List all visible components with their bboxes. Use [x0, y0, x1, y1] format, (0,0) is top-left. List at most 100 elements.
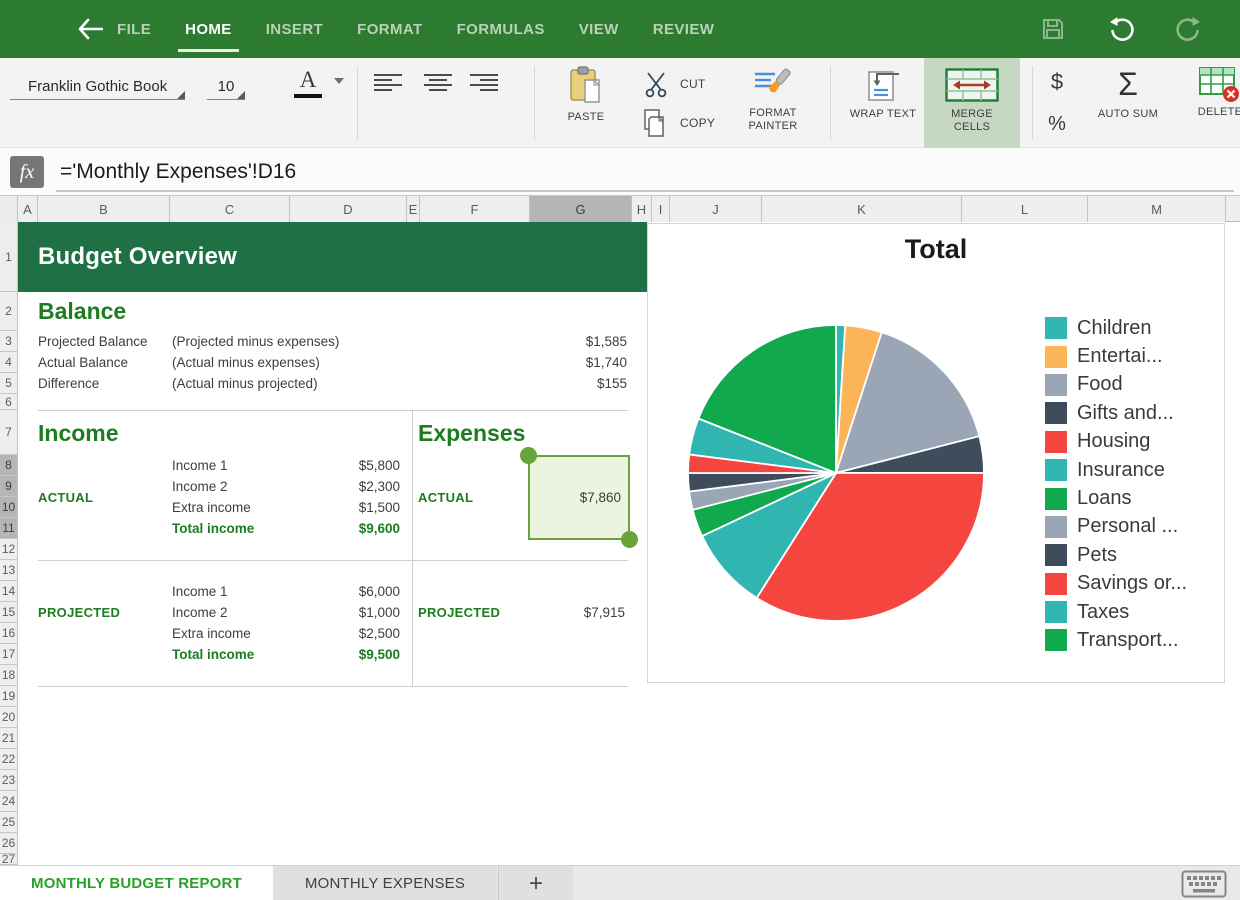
paste-icon — [567, 66, 605, 106]
row-header-1[interactable]: 1 — [0, 222, 17, 292]
row-header-column: 1234567891011121314151617181920212223242… — [0, 222, 18, 865]
align-center-button[interactable] — [416, 68, 460, 98]
fx-button[interactable]: fx — [10, 156, 44, 188]
row-header-16[interactable]: 16 — [0, 623, 17, 644]
row-header-7[interactable]: 7 — [0, 410, 17, 455]
row-header-8[interactable]: 8 — [0, 455, 17, 476]
row-header-18[interactable]: 18 — [0, 665, 17, 686]
column-header-F[interactable]: F — [420, 196, 530, 222]
pie-chart-object[interactable]: Total ChildrenEntertai...FoodGifts and..… — [647, 223, 1225, 683]
sheet-tab-monthly-budget-report[interactable]: MONTHLY BUDGET REPORT — [0, 866, 273, 900]
legend-swatch-icon — [1045, 629, 1067, 651]
select-all-corner[interactable] — [0, 196, 18, 222]
row-header-3[interactable]: 3 — [0, 331, 17, 352]
format-painter-button[interactable]: FORMATPAINTER — [740, 66, 806, 144]
row-header-19[interactable]: 19 — [0, 686, 17, 707]
undo-button[interactable] — [1104, 14, 1138, 44]
row-header-4[interactable]: 4 — [0, 352, 17, 373]
currency-format-button[interactable]: $ — [1042, 66, 1072, 98]
selected-cell-expenses-actual[interactable]: $7,860 — [528, 455, 630, 540]
menu-tab-home[interactable]: HOME — [168, 0, 249, 58]
paste-button[interactable]: PASTE — [555, 66, 617, 142]
align-right-icon — [470, 73, 498, 93]
font-name-combo[interactable]: Franklin Gothic Book — [10, 66, 185, 100]
column-header-A[interactable]: A — [18, 196, 38, 222]
align-left-button[interactable] — [366, 68, 410, 98]
menu-tab-format[interactable]: FORMAT — [340, 0, 439, 58]
add-sheet-button[interactable]: + — [498, 866, 573, 900]
row-header-12[interactable]: 12 — [0, 539, 17, 560]
row-header-23[interactable]: 23 — [0, 770, 17, 791]
row-header-11[interactable]: 11 — [0, 518, 17, 539]
auto-sum-button[interactable]: Σ AUTO SUM — [1090, 64, 1166, 144]
sheet-tab-monthly-expenses[interactable]: MONTHLY EXPENSES — [273, 866, 497, 900]
copy-button[interactable]: COPY — [642, 106, 738, 140]
row-header-21[interactable]: 21 — [0, 728, 17, 749]
column-header-J[interactable]: J — [670, 196, 762, 222]
wrap-text-button[interactable]: WRAP TEXT — [846, 66, 920, 144]
column-header-E[interactable]: E — [407, 196, 420, 222]
column-header-M[interactable]: M — [1088, 196, 1226, 222]
font-color-dropdown-arrow-icon[interactable] — [334, 78, 344, 84]
formula-input[interactable]: ='Monthly Expenses'!D16 — [60, 157, 1220, 187]
row-header-22[interactable]: 22 — [0, 749, 17, 770]
copy-pages-icon — [642, 108, 670, 138]
banner-title: Budget Overview — [38, 243, 237, 271]
row-header-9[interactable]: 9 — [0, 476, 17, 497]
menu-tab-view[interactable]: VIEW — [562, 0, 636, 58]
sigma-icon: Σ — [1118, 64, 1138, 104]
cut-button[interactable]: CUT — [642, 68, 728, 100]
section-divider — [38, 686, 628, 687]
combo-corner-icon — [177, 91, 185, 99]
row-header-10[interactable]: 10 — [0, 497, 17, 518]
legend-swatch-icon — [1045, 317, 1067, 339]
expenses-heading: Expenses — [418, 412, 525, 455]
selection-handle-bottom-right[interactable] — [621, 531, 638, 548]
income-actual-label: ACTUAL — [38, 455, 93, 540]
menu-tab-formulas[interactable]: FORMULAS — [440, 0, 562, 58]
row-header-27[interactable]: 27 — [0, 854, 17, 865]
merge-cells-label: MERGE — [951, 108, 993, 120]
column-header-G[interactable]: G — [530, 196, 632, 222]
row-header-6[interactable]: 6 — [0, 394, 17, 410]
row-header-5[interactable]: 5 — [0, 373, 17, 394]
row-header-24[interactable]: 24 — [0, 791, 17, 812]
row-header-2[interactable]: 2 — [0, 292, 17, 331]
keyboard-toggle-button[interactable] — [1178, 868, 1230, 899]
menu-tab-review[interactable]: REVIEW — [636, 0, 732, 58]
row-header-13[interactable]: 13 — [0, 560, 17, 581]
row-header-20[interactable]: 20 — [0, 707, 17, 728]
legend-swatch-icon — [1045, 516, 1067, 538]
menu-tab-insert[interactable]: INSERT — [249, 0, 340, 58]
income-row: Income 2$1,000 — [172, 602, 400, 623]
font-size-combo[interactable]: 10 — [207, 66, 245, 100]
income-row: Extra income$2,500 — [172, 623, 400, 644]
align-right-button[interactable] — [462, 68, 506, 98]
align-center-icon — [424, 73, 452, 93]
column-header-C[interactable]: C — [170, 196, 290, 222]
row-header-15[interactable]: 15 — [0, 602, 17, 623]
redo-button[interactable] — [1172, 14, 1206, 44]
column-header-I[interactable]: I — [652, 196, 670, 222]
menu-tab-file[interactable]: FILE — [100, 0, 168, 58]
row-header-26[interactable]: 26 — [0, 833, 17, 854]
legend-item: Food — [1045, 371, 1187, 399]
font-color-button[interactable]: A — [286, 62, 330, 102]
row-header-25[interactable]: 25 — [0, 812, 17, 833]
column-header-H[interactable]: H — [632, 196, 652, 222]
selection-handle-top-left[interactable] — [520, 447, 537, 464]
sheet-canvas[interactable]: 1234567891011121314151617181920212223242… — [0, 222, 1240, 865]
toolbar-separator — [830, 66, 831, 140]
row-header-14[interactable]: 14 — [0, 581, 17, 602]
column-header-L[interactable]: L — [962, 196, 1088, 222]
paste-label: PASTE — [568, 111, 605, 124]
save-button[interactable] — [1036, 14, 1070, 44]
percent-format-button[interactable]: % — [1042, 108, 1072, 140]
merge-cells-button[interactable]: MERGECELLS — [924, 58, 1020, 148]
column-header-D[interactable]: D — [290, 196, 407, 222]
row-header-17[interactable]: 17 — [0, 644, 17, 665]
delete-button[interactable]: DELETE — [1192, 66, 1240, 144]
font-name-value: Franklin Gothic Book — [28, 78, 167, 95]
column-header-B[interactable]: B — [38, 196, 170, 222]
column-header-K[interactable]: K — [762, 196, 962, 222]
